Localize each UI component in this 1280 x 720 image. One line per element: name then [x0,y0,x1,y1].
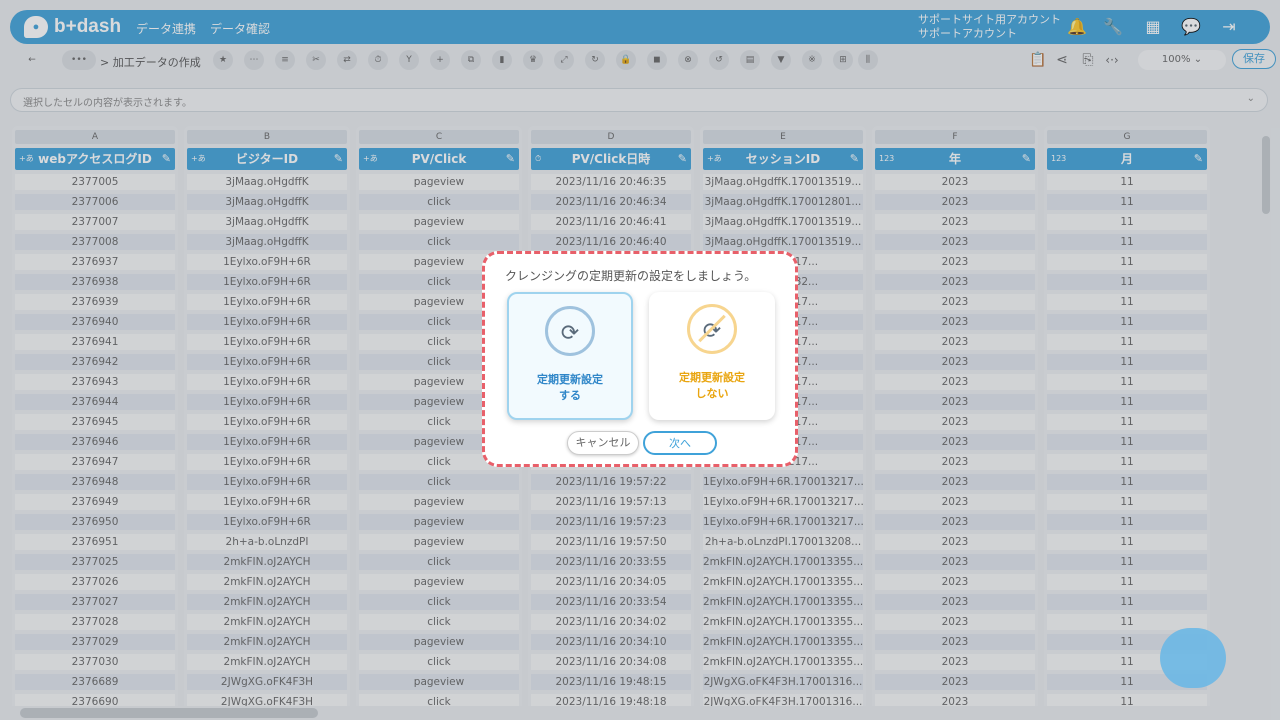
no-refresh-icon: ⟳ [687,304,737,354]
schedule-on-label: 定期更新設定 [537,373,603,386]
refresh-icon: ⟳ [545,306,595,356]
schedule-off-sublabel: しない [695,387,729,400]
assistant-mascot-icon[interactable] [1160,628,1226,688]
modal-title: クレンジングの定期更新の設定をしましょう。 [505,269,757,283]
next-button[interactable]: 次へ [643,431,717,455]
schedule-on-sublabel: する [559,389,581,402]
schedule-off-label: 定期更新設定 [679,371,745,384]
schedule-update-modal: クレンジングの定期更新の設定をしましょう。 ⟳ 定期更新設定 する ⟳ 定期更新設… [482,251,798,467]
cancel-button[interactable]: キャンセル [567,431,639,455]
schedule-off-option[interactable]: ⟳ 定期更新設定 しない [649,292,775,420]
schedule-on-option[interactable]: ⟳ 定期更新設定 する [507,292,633,420]
